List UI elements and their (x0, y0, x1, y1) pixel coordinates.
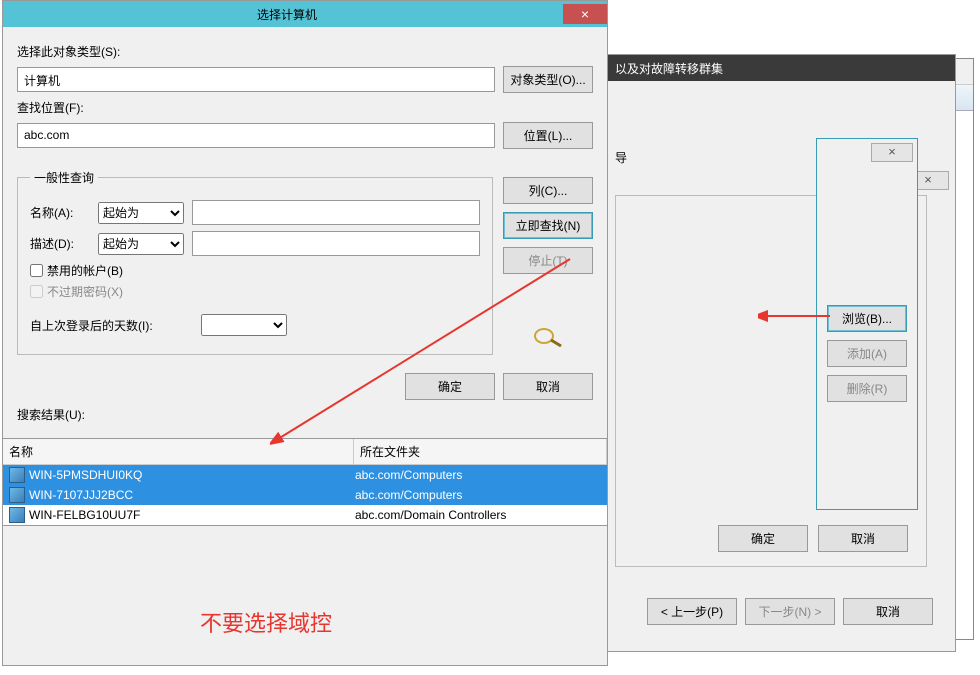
col-name[interactable]: 名称 (3, 439, 354, 464)
desc-label: 描述(D): (30, 235, 90, 252)
prev-button[interactable]: < 上一步(P) (647, 598, 737, 625)
select-computer-dialog: 选择计算机 × 选择此对象类型(S): 计算机 对象类型(O)... 查找位置(… (2, 0, 608, 666)
table-row[interactable]: WIN-FELBG10UU7Fabc.com/Domain Controller… (3, 505, 607, 525)
columns-button[interactable]: 列(C)... (503, 177, 593, 204)
delete-button: 删除(R) (827, 375, 907, 402)
computer-icon (9, 467, 25, 483)
location-field: abc.com (17, 123, 495, 148)
cancel-button-2[interactable]: 取消 (818, 525, 908, 552)
ok-cancel-row: 确定 取消 (17, 373, 593, 400)
dialog-titlebar: 选择计算机 × (3, 1, 607, 27)
cancel-button-3[interactable]: 取消 (843, 598, 933, 625)
wizard-title: 以及对故障转移群集 (607, 55, 955, 81)
name-label: 名称(A): (30, 204, 90, 221)
find-now-button[interactable]: 立即查找(N) (503, 212, 593, 239)
days-label: 自上次登录后的天数(I): (30, 317, 153, 334)
side-dialog: × 浏览(B)... 添加(A) 删除(R) (816, 138, 918, 510)
query-buttons: 列(C)... 立即查找(N) 停止(T) (503, 177, 593, 353)
close-button[interactable]: × (563, 4, 607, 24)
query-fieldset: 一般性查询 名称(A): 起始为 描述(D): 起始为 禁用的帐户(B) 不过期… (17, 169, 493, 355)
object-type-button[interactable]: 对象类型(O)... (503, 66, 593, 93)
computer-icon (9, 487, 25, 503)
computer-icon (9, 507, 25, 523)
disabled-checkbox[interactable]: 禁用的帐户(B) (30, 262, 480, 279)
browse-button[interactable]: 浏览(B)... (827, 305, 907, 332)
days-select[interactable] (201, 314, 287, 336)
desc-op-select[interactable]: 起始为 (98, 233, 184, 255)
object-type-label: 选择此对象类型(S): (17, 43, 593, 60)
location-label: 查找位置(F): (17, 99, 593, 116)
dialog-title: 选择计算机 (11, 6, 563, 23)
desc-input[interactable] (192, 231, 480, 256)
side-close-button[interactable]: × (871, 143, 913, 162)
noexpire-checkbox: 不过期密码(X) (30, 283, 480, 300)
results-list[interactable]: 名称 所在文件夹 WIN-5PMSDHUI0KQabc.com/Computer… (3, 438, 607, 526)
table-row[interactable]: WIN-5PMSDHUI0KQabc.com/Computers (3, 465, 607, 485)
ok-button[interactable]: 确定 (405, 373, 495, 400)
search-icon (531, 324, 565, 353)
ok-button-2[interactable]: 确定 (718, 525, 808, 552)
list-header: 名称 所在文件夹 (3, 439, 607, 465)
annotation-text: 不要选择域控 (200, 606, 332, 638)
dialog-body: 选择此对象类型(S): 计算机 对象类型(O)... 查找位置(F): abc.… (3, 27, 607, 438)
cancel-button[interactable]: 取消 (503, 373, 593, 400)
next-button: 下一步(N) > (745, 598, 835, 625)
table-row[interactable]: WIN-7107JJJ2BCCabc.com/Computers (3, 485, 607, 505)
query-legend: 一般性查询 (30, 169, 98, 186)
name-input[interactable] (192, 200, 480, 225)
stop-button: 停止(T) (503, 247, 593, 274)
results-label: 搜索结果(U): (17, 406, 593, 423)
add-button: 添加(A) (827, 340, 907, 367)
col-folder[interactable]: 所在文件夹 (354, 439, 607, 464)
side-buttons: 浏览(B)... 添加(A) 删除(R) (827, 305, 907, 402)
wizard-step: 导 (607, 145, 773, 170)
wizard-buttons: < 上一步(P) 下一步(N) > 取消 (647, 598, 933, 625)
object-type-field: 计算机 (17, 67, 495, 92)
name-op-select[interactable]: 起始为 (98, 202, 184, 224)
location-button[interactable]: 位置(L)... (503, 122, 593, 149)
